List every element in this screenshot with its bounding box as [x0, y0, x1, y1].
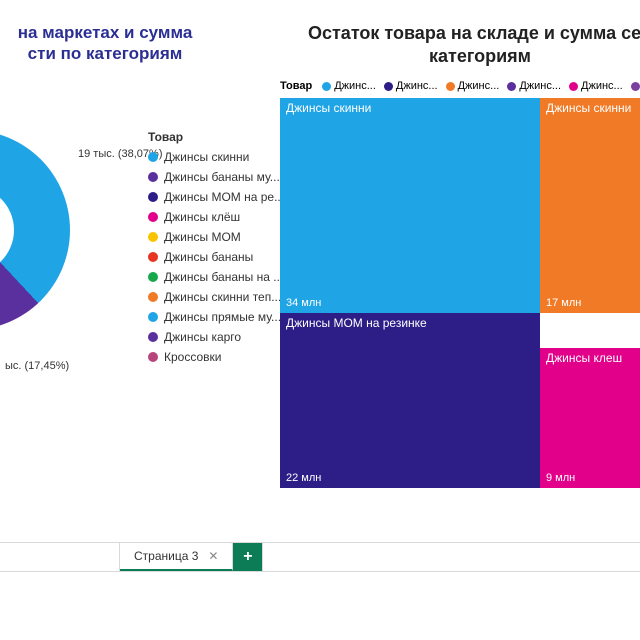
treemap-cell-label: Джинсы клеш — [546, 351, 622, 365]
legend-swatch-icon — [446, 82, 455, 91]
legend-swatch-icon — [148, 152, 158, 162]
legend-item[interactable]: Джинсы прямые му... — [148, 310, 284, 324]
legend-item[interactable]: Джинс... — [569, 80, 623, 92]
legend-swatch-icon — [148, 312, 158, 322]
legend-header: Товар — [148, 130, 284, 144]
legend-label: Джинсы MOM на ре... — [164, 190, 284, 204]
legend-item[interactable]: Джинсы бананы му... — [148, 170, 284, 184]
legend-swatch-icon — [148, 192, 158, 202]
legend-swatch-icon — [148, 232, 158, 242]
treemap-cell-label: Джинсы скинни — [546, 101, 631, 115]
legend-item[interactable]: Джинсы MOM — [148, 230, 284, 244]
legend-label: Джинсы бананы му... — [164, 170, 280, 184]
donut-legend: Товар Джинсы скинни Джинсы бананы му... … — [148, 130, 284, 370]
legend-item[interactable]: Джинс... — [507, 80, 561, 92]
treemap-cell-value: 17 млн — [546, 297, 581, 309]
legend-label: Джинс... — [458, 80, 500, 92]
legend-item[interactable]: Кроссовки — [148, 350, 284, 364]
legend-item[interactable]: Джинсы карго — [148, 330, 284, 344]
legend-swatch-icon — [322, 82, 331, 91]
legend-item[interactable]: Джинсы скинни теп... — [148, 290, 284, 304]
treemap-cell-value: 22 млн — [286, 472, 321, 484]
treemap-chart[interactable]: Джинсы скинни 34 млн Джинсы скинни 17 мл… — [280, 98, 640, 488]
legend-swatch-icon — [148, 212, 158, 222]
legend-label: Кроссовки — [164, 350, 221, 364]
legend-item[interactable]: Джинс... — [322, 80, 376, 92]
legend-item[interactable]: Джинсы клёш — [148, 210, 284, 224]
treemap-cell-value: 34 млн — [286, 297, 321, 309]
legend-label: Джинсы скинни теп... — [164, 290, 281, 304]
page-tab-bar: Страница 3 ✕ + — [0, 542, 640, 572]
legend-swatch-icon — [631, 82, 640, 91]
treemap-legend: Товар Джинс... Джинс... Джинс... Джинс..… — [280, 80, 640, 92]
treemap-chart-title: Остаток товара на складе и сумма себкате… — [280, 22, 640, 67]
donut-ring — [0, 130, 70, 330]
page-tab-label: Страница 3 — [134, 549, 198, 563]
add-page-button[interactable]: + — [233, 543, 263, 571]
legend-swatch-icon — [384, 82, 393, 91]
legend-swatch-icon — [148, 292, 158, 302]
legend-swatch-icon — [148, 252, 158, 262]
legend-item[interactable]: Джинсы скинни — [148, 150, 284, 164]
legend-label: Джинсы карго — [164, 330, 241, 344]
legend-swatch-icon — [148, 272, 158, 282]
treemap-cell[interactable] — [540, 313, 640, 348]
legend-label: Джинсы бананы — [164, 250, 253, 264]
legend-swatch-icon — [569, 82, 578, 91]
close-icon[interactable]: ✕ — [208, 549, 218, 563]
treemap-cell[interactable]: Джинсы MOM на резинке 22 млн — [280, 313, 540, 488]
legend-swatch-icon — [148, 172, 158, 182]
legend-label: Джинс... — [519, 80, 561, 92]
treemap-cell[interactable]: Джинсы скинни 17 млн — [540, 98, 640, 313]
treemap-cell-label: Джинсы MOM на резинке — [286, 316, 427, 330]
legend-swatch-icon — [148, 332, 158, 342]
legend-label: Джинсы скинни — [164, 150, 249, 164]
legend-item[interactable]: Джинс... — [446, 80, 500, 92]
legend-swatch-icon — [507, 82, 516, 91]
legend-label: Джинсы клёш — [164, 210, 240, 224]
legend-item[interactable]: Джинсы MOM на ре... — [148, 190, 284, 204]
donut-slice-label: ыс. (17,45%) — [5, 360, 69, 372]
donut-chart-title: на маркетах и суммасти по категориям — [0, 22, 230, 65]
legend-label: Джинс... — [334, 80, 376, 92]
legend-item[interactable]: Джинс... — [384, 80, 438, 92]
tab-spacer — [0, 543, 120, 571]
legend-item[interactable]: Джинсы бананы — [148, 250, 284, 264]
treemap-cell-label: Джинсы скинни — [286, 101, 371, 115]
treemap-cell-value: 9 млн — [546, 472, 575, 484]
treemap-cell[interactable]: Джинсы скинни 34 млн — [280, 98, 540, 313]
treemap-cell[interactable]: Джинсы клеш 9 млн — [540, 348, 640, 488]
legend-header: Товар — [280, 80, 312, 92]
page-tab[interactable]: Страница 3 ✕ — [120, 543, 233, 571]
legend-label: Джинсы бананы на ... — [164, 270, 283, 284]
donut-chart[interactable] — [0, 130, 70, 330]
legend-swatch-icon — [148, 352, 158, 362]
legend-label: Джинсы прямые му... — [164, 310, 281, 324]
legend-item[interactable]: Джинсы бананы на ... — [148, 270, 284, 284]
legend-label: Джинс... — [581, 80, 623, 92]
legend-label: Джинсы MOM — [164, 230, 241, 244]
legend-item[interactable]: Джинс... — [631, 80, 640, 92]
legend-label: Джинс... — [396, 80, 438, 92]
